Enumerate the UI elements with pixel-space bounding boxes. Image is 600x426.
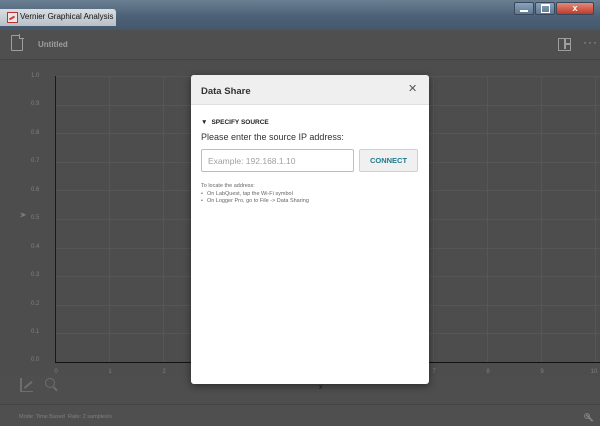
- help-text: To locate the address: On LabQuest, tap …: [201, 183, 309, 206]
- window-title: Vernier Graphical Analysis: [20, 12, 114, 21]
- help-item: On Logger Pro, go to File -> Data Sharin…: [201, 198, 309, 206]
- caret-down-icon: ▼: [201, 119, 208, 126]
- data-share-dialog: Data Share ✕ ▼ SPECIFY SOURCE Please ente…: [191, 75, 429, 384]
- minimize-button[interactable]: [514, 2, 534, 15]
- dialog-header: Data Share ✕: [191, 75, 429, 105]
- window-controls: x: [513, 2, 594, 15]
- help-item: On LabQuest, tap the Wi-Fi symbol: [201, 191, 309, 199]
- ip-address-input[interactable]: [201, 149, 354, 172]
- maximize-button[interactable]: [535, 2, 555, 15]
- help-intro: To locate the address:: [201, 183, 255, 189]
- specify-source-toggle[interactable]: ▼ SPECIFY SOURCE: [201, 119, 269, 126]
- help-list: On LabQuest, tap the Wi-Fi symbol On Log…: [201, 191, 309, 206]
- close-icon[interactable]: ✕: [408, 84, 417, 95]
- close-window-button[interactable]: x: [556, 2, 594, 15]
- minimize-icon: [520, 10, 528, 12]
- section-title: SPECIFY SOURCE: [211, 119, 269, 126]
- title-bar[interactable]: Vernier Graphical Analysis x: [0, 0, 600, 30]
- ip-prompt: Please enter the source IP address:: [201, 132, 344, 142]
- dialog-title: Data Share: [201, 86, 251, 97]
- maximize-icon: [540, 4, 550, 13]
- connect-button[interactable]: CONNECT: [359, 149, 418, 172]
- app-logo-icon: [7, 12, 18, 23]
- close-icon: x: [572, 3, 578, 13]
- app-window: Vernier Graphical Analysis x Untitled ··…: [0, 0, 600, 426]
